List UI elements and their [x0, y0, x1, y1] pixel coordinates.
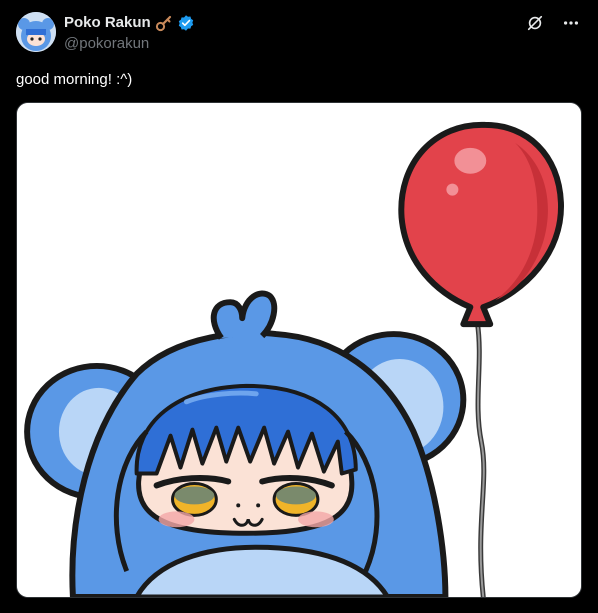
- verified-badge-icon[interactable]: [177, 14, 195, 32]
- grok-icon[interactable]: [524, 12, 546, 34]
- key-icon: [155, 14, 173, 32]
- illustration-image: [17, 103, 581, 597]
- more-icon[interactable]: [560, 12, 582, 34]
- tweet-media[interactable]: [16, 102, 582, 598]
- handle[interactable]: @pokorakun: [64, 34, 195, 54]
- tweet: Poko Rakun @pokorakun good morning!:^): [0, 0, 598, 613]
- author-block: Poko Rakun @pokorakun: [64, 13, 195, 54]
- avatar-image: [16, 12, 56, 52]
- display-name[interactable]: Poko Rakun: [64, 13, 151, 33]
- header-actions: [524, 12, 582, 34]
- avatar[interactable]: [16, 12, 56, 52]
- tweet-text: good morning! :^): [16, 71, 133, 88]
